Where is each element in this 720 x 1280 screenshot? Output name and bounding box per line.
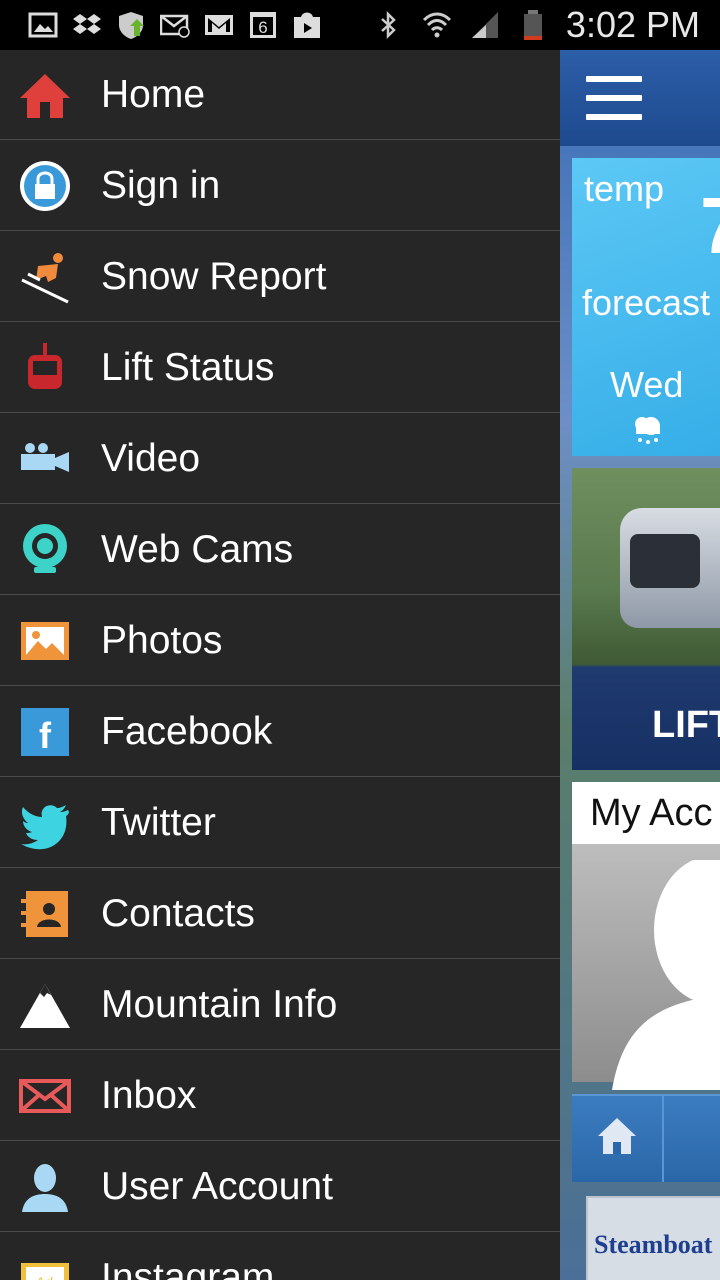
home-icon <box>18 68 72 122</box>
menu-label: Twitter <box>101 800 216 844</box>
menu-item-contacts[interactable]: Contacts <box>0 869 560 959</box>
shield-update-icon <box>116 10 146 40</box>
bluetooth-icon <box>374 10 404 40</box>
svg-text:6: 6 <box>258 18 267 37</box>
menu-item-photos[interactable]: Photos <box>0 596 560 686</box>
menu-label: Sign in <box>101 163 221 207</box>
snow-cloud-icon <box>630 412 664 446</box>
clock: 3:02 PM <box>565 4 700 45</box>
status-bar: 6 3:02 PM <box>0 0 720 50</box>
menu-icon[interactable] <box>586 76 642 120</box>
app-main-screen: temp 7 forecast Wed LIFT My Acc Steamboa… <box>560 50 720 1280</box>
svg-text:Ad: Ad <box>36 1274 53 1280</box>
calendar-icon: 6 <box>248 10 278 40</box>
signal-icon <box>470 10 500 40</box>
lift-card-label: LIFT <box>652 704 720 746</box>
menu-item-snow-report[interactable]: Snow Report <box>0 232 560 322</box>
user-silhouette-icon <box>612 860 720 1090</box>
menu-label: Inbox <box>101 1073 197 1117</box>
menu-item-mountain-info[interactable]: Mountain Info <box>0 960 560 1050</box>
menu-label: Snow Report <box>101 254 327 298</box>
play-store-icon <box>292 10 322 40</box>
user-icon <box>18 1160 72 1214</box>
menu-item-home[interactable]: Home <box>0 50 560 140</box>
gallery-icon <box>28 10 58 40</box>
menu-item-instagram[interactable]: Ad Instagram <box>0 1233 560 1280</box>
menu-item-facebook[interactable]: f Facebook <box>0 687 560 777</box>
steamboat-card[interactable]: Steamboat <box>586 1196 720 1280</box>
home-nav-icon[interactable] <box>594 1114 640 1160</box>
mountain-icon <box>18 978 72 1032</box>
menu-label: Web Cams <box>101 527 294 571</box>
menu-item-sign-in[interactable]: Sign in <box>0 141 560 231</box>
system-icons: 3:02 PM <box>374 4 720 46</box>
photo-icon <box>18 614 72 668</box>
email-icon <box>160 10 190 40</box>
notification-icons: 6 <box>0 10 322 40</box>
temp-label: temp <box>584 168 665 209</box>
dropbox-icon <box>72 10 102 40</box>
gmail-icon <box>204 10 234 40</box>
menu-label: Home <box>101 72 206 116</box>
menu-label: Lift Status <box>101 345 275 389</box>
temp-value: 7 <box>700 180 720 272</box>
lock-icon <box>18 159 72 213</box>
menu-label: Contacts <box>101 891 255 935</box>
bottom-nav <box>572 1094 720 1182</box>
menu-item-video[interactable]: Video <box>0 414 560 504</box>
skier-icon <box>18 250 72 304</box>
menu-label: Photos <box>101 618 223 662</box>
app-header <box>560 50 720 146</box>
menu-item-user-account[interactable]: User Account <box>0 1142 560 1232</box>
facebook-icon: f <box>18 705 72 759</box>
video-camera-icon <box>18 432 72 486</box>
webcam-icon <box>18 523 72 577</box>
instagram-icon: Ad <box>18 1251 72 1280</box>
account-card-title: My Acc <box>572 782 720 844</box>
menu-item-twitter[interactable]: Twitter <box>0 778 560 868</box>
battery-icon <box>518 10 548 40</box>
gondola-icon <box>18 341 72 395</box>
menu-label: User Account <box>101 1164 333 1208</box>
menu-item-web-cams[interactable]: Web Cams <box>0 505 560 595</box>
wifi-icon <box>422 10 452 40</box>
menu-item-inbox[interactable]: Inbox <box>0 1051 560 1141</box>
gondola-image <box>620 508 720 628</box>
contacts-icon <box>18 887 72 941</box>
menu-label: Facebook <box>101 709 273 753</box>
weather-card[interactable]: temp 7 forecast Wed <box>572 158 720 456</box>
menu-label: Mountain Info <box>101 982 338 1026</box>
menu-label: Instagram <box>101 1255 275 1280</box>
svg-text:f: f <box>39 715 52 756</box>
forecast-label: forecast <box>582 282 711 323</box>
envelope-icon <box>18 1069 72 1123</box>
lift-status-card[interactable]: LIFT <box>572 468 720 770</box>
twitter-icon <box>18 796 72 850</box>
menu-item-lift-status[interactable]: Lift Status <box>0 323 560 413</box>
forecast-day: Wed <box>610 364 684 405</box>
steamboat-logo: Steamboat <box>594 1230 713 1259</box>
menu-label: Video <box>101 436 201 480</box>
navigation-drawer: Home Sign in Snow Report Lift Status Vid… <box>0 50 560 1280</box>
my-account-card[interactable]: My Acc <box>572 782 720 1090</box>
